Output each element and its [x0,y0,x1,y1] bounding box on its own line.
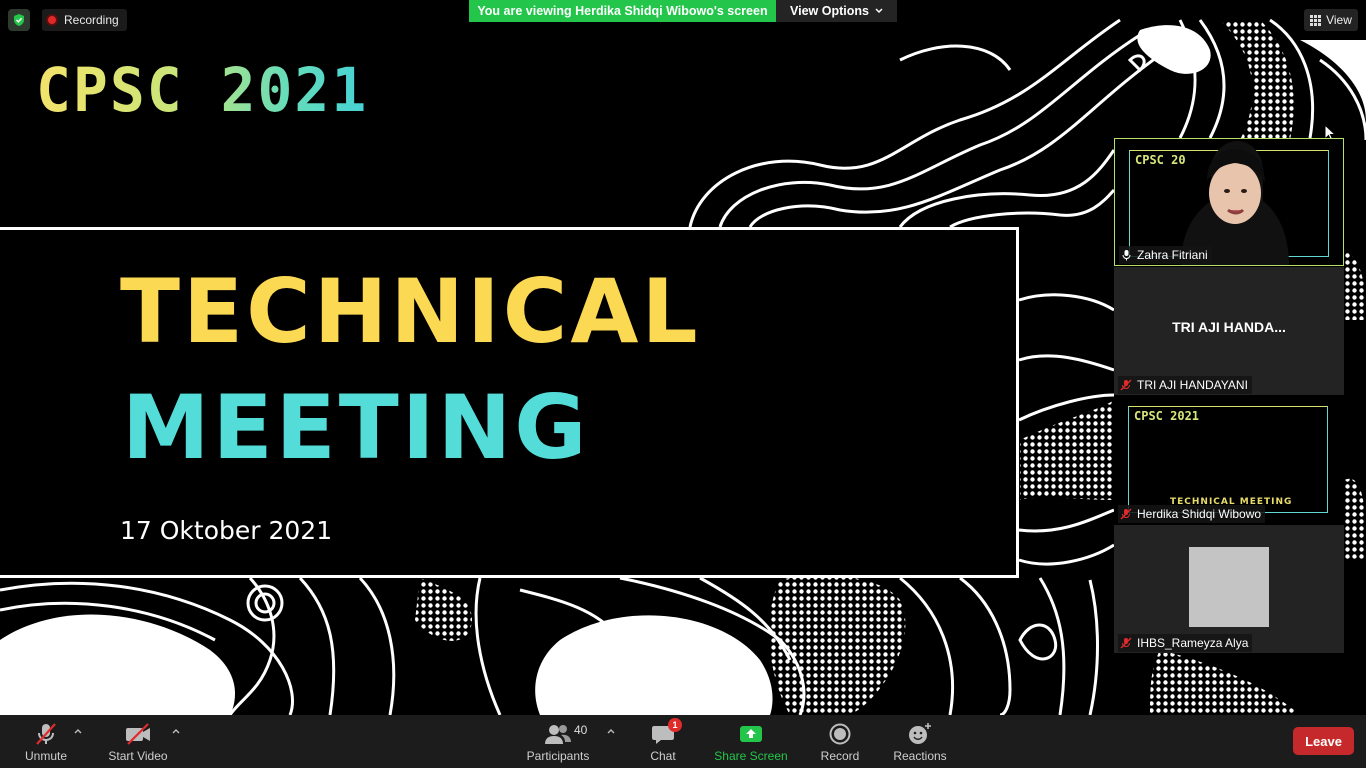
recording-indicator[interactable]: Recording [42,9,127,31]
participant-tile[interactable]: IHBS_Rameyza Alya [1114,525,1344,653]
participant-name-tag: TRI AJI HANDAYANI [1118,376,1252,394]
event-logo: CPSC 2021 [36,52,368,128]
video-off-icon [126,723,150,745]
participants-options-caret-icon[interactable] [606,726,616,736]
chat-label: Chat [650,749,676,763]
chat-badge: 1 [668,718,682,732]
audio-options-caret-icon[interactable] [73,726,83,736]
unmute-label: Unmute [24,749,68,763]
grid-icon [1310,14,1322,26]
participants-label: Participants [526,749,590,763]
share-screen-icon [740,726,762,742]
participant-name-tag: Herdika Shidqi Wibowo [1118,505,1266,523]
participants-button[interactable]: 40 Participants [524,719,592,765]
chevron-down-icon [875,8,883,14]
start-video-label: Start Video [108,749,168,763]
unmute-button[interactable]: Unmute [22,719,70,765]
participant-name: Zahra Fitriani [1137,248,1208,262]
participant-name-tag: IHBS_Rameyza Alya [1118,634,1253,652]
slide-date: 17 Oktober 2021 [120,516,333,545]
view-options-button[interactable]: View Options [776,0,897,22]
share-screen-label: Share Screen [714,749,788,763]
speaking-icon [1122,250,1131,261]
start-video-button[interactable]: Start Video [106,719,170,765]
record-icon [829,723,851,745]
participant-name: TRI AJI HANDAYANI [1137,378,1248,392]
participant-name-tag: Zahra Fitriani [1119,246,1212,264]
record-dot-icon [46,14,58,26]
security-shield-icon[interactable] [8,9,30,31]
meeting-toolbar: Unmute Start Video 40 Participants 1 Cha… [0,715,1366,768]
participant-name: IHBS_Rameyza Alya [1137,636,1249,650]
mini-slide-logo: CPSC 2021 [1134,409,1200,423]
mic-muted-icon [1120,508,1132,520]
mic-muted-icon [1120,637,1132,649]
participant-tile[interactable]: CPSC 20 Zahra Fitriani [1114,138,1344,266]
participant-thumbnails: CPSC 20 Zahra Fitriani TRI AJI HANDA... … [1114,138,1344,654]
slide-title-line2: MEETING [122,376,590,479]
mic-muted-icon [36,723,56,745]
leave-button[interactable]: Leave [1293,727,1354,755]
mic-muted-icon [1120,379,1132,391]
participant-placeholder-name: TRI AJI HANDA... [1172,319,1286,335]
record-label: Record [820,749,860,763]
view-options-label: View Options [790,4,869,18]
participants-icon [545,725,571,744]
reactions-button[interactable]: Reactions [892,719,948,765]
reactions-label: Reactions [893,749,947,763]
participant-name: Herdika Shidqi Wibowo [1137,507,1262,521]
participants-count: 40 [574,723,588,737]
view-label: View [1326,13,1352,27]
participant-tile[interactable]: TRI AJI HANDA... TRI AJI HANDAYANI [1114,267,1344,395]
view-layout-button[interactable]: View [1304,9,1358,31]
chat-button[interactable]: 1 Chat [645,718,682,765]
viewing-screen-banner: You are viewing Herdika Shidqi Wibowo's … [469,0,776,22]
slide-title-line1: TECHNICAL [120,260,701,363]
record-button[interactable]: Record [820,719,860,765]
avatar [1189,547,1269,627]
share-screen-button[interactable]: Share Screen [714,719,788,765]
video-options-caret-icon[interactable] [171,726,181,736]
participant-tile[interactable]: CPSC 2021 TECHNICAL MEETING Herdika Shid… [1114,396,1344,524]
recording-label: Recording [64,13,119,27]
reactions-icon [909,723,931,744]
